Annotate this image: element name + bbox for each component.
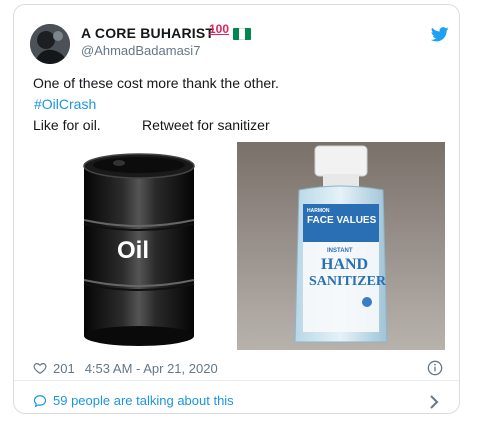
- sanitizer-brand: FACE VALUES: [307, 215, 377, 226]
- sanitizer-brand-small: HARMON: [307, 208, 330, 214]
- tweet-text-line-1: One of these cost more thank the other.: [33, 75, 279, 91]
- tweet-timestamp[interactable]: 4:53 AM - Apr 21, 2020: [85, 361, 218, 376]
- divider: [14, 380, 459, 381]
- tweet-meta: 201 4:53 AM - Apr 21, 2020: [33, 358, 218, 378]
- sanitizer-instant: INSTANT: [327, 248, 353, 254]
- sanitizer-line2: SANITIZER: [309, 274, 387, 289]
- like-count[interactable]: 201: [53, 361, 75, 376]
- sanitizer-line1: HAND: [321, 256, 369, 273]
- twitter-bird-icon[interactable]: [431, 27, 449, 42]
- tweet-text-like-for-oil: Like for oil.: [33, 117, 101, 133]
- comment-bubble-icon: [33, 394, 47, 407]
- heart-icon[interactable]: [33, 361, 47, 375]
- avatar[interactable]: [30, 24, 70, 64]
- nigeria-flag-icon: [233, 28, 251, 40]
- info-icon[interactable]: [427, 360, 443, 376]
- author-handle[interactable]: @AhmadBadamasi7: [81, 43, 200, 58]
- tweet-card[interactable]: A CORE BUHARIST 100 @AhmadBadamasi7 One …: [13, 4, 460, 414]
- hundred-points-icon: 100: [209, 22, 230, 36]
- conversation-link[interactable]: 59 people are talking about this: [33, 393, 234, 408]
- hand-sanitizer-image[interactable]: HARMON FACE VALUES INSTANT HAND SANITIZE…: [237, 142, 445, 350]
- author-display-name[interactable]: A CORE BUHARIST: [81, 25, 214, 41]
- chevron-right-icon[interactable]: [428, 395, 440, 409]
- hashtag-link[interactable]: #OilCrash: [34, 96, 96, 112]
- tweet-text-retweet-for-sanitizer: Retweet for sanitizer: [142, 117, 270, 133]
- talking-count-text[interactable]: 59 people are talking about this: [53, 393, 234, 408]
- oil-barrel-label: Oil: [117, 237, 150, 264]
